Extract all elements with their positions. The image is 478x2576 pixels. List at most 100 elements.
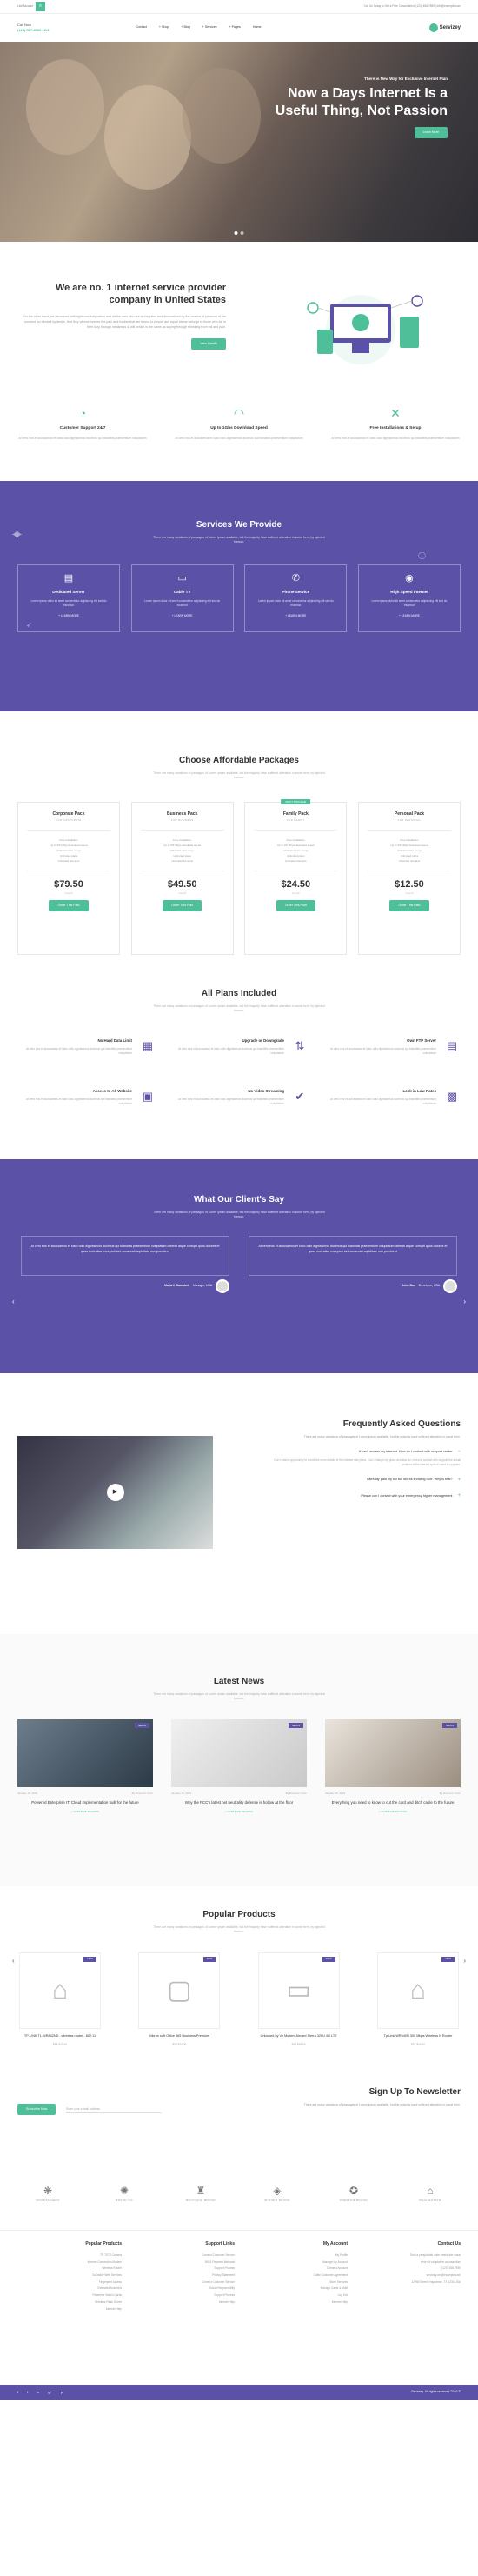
nav-item-blog[interactable]: + Blog xyxy=(181,25,189,30)
service-card[interactable]: ✆ Phone Service Lorem ipsum dolor sit am… xyxy=(244,564,348,632)
footer-link[interactable]: servizey-net@example.com xyxy=(356,2272,461,2279)
facebook-icon[interactable]: f xyxy=(17,2390,18,2395)
product-card[interactable]: ⌂ NEW Tp-Link WR940N 300 Mbps Wireless N R… xyxy=(376,1952,459,2046)
logo[interactable]: Servizey xyxy=(428,23,461,32)
footer-link[interactable]: Support Process xyxy=(130,2266,235,2272)
pinterest-icon[interactable]: p xyxy=(61,2390,63,2395)
order-plan-button[interactable]: Order This Plan xyxy=(163,900,202,912)
footer-link[interactable]: GoDaddy Web Services xyxy=(17,2272,122,2279)
footer-link[interactable]: 12 Hill Street, Haycombe, TX 1234 USA xyxy=(356,2279,461,2286)
news-image[interactable]: NEWS xyxy=(171,1718,307,1787)
footer-link[interactable]: Extended Solutions xyxy=(17,2286,122,2292)
footer-link[interactable]: Powerline Switch Cards xyxy=(17,2292,122,2299)
service-card[interactable]: ▭ Cable TV Lorem ipsum dolor sit amet co… xyxy=(130,564,234,632)
footer-link[interactable]: Connect Account xyxy=(243,2266,348,2272)
news-title[interactable]: Powered Enterprise IT: Cloud implementat… xyxy=(17,1800,153,1806)
faq-question[interactable]: Please can I contact with your emergency… xyxy=(269,1492,461,1499)
news-card[interactable]: NEWS January 15, 2019 By Emma D. Fiver Why … xyxy=(171,1718,307,1813)
footer-link[interactable]: TP-TS72 Camera xyxy=(17,2252,122,2259)
linkedin-icon[interactable]: in xyxy=(37,2390,39,2395)
prev-arrow-icon[interactable]: ‹ xyxy=(12,1297,15,1306)
footer-link[interactable]: (123) 456-7890 xyxy=(356,2266,461,2272)
service-card[interactable]: ▤ Dedicated Server Lorem ipsum dolor sit… xyxy=(17,564,120,632)
brand-logo[interactable]: ✺ BRAND CO xyxy=(97,2184,151,2202)
nav-item-pages[interactable]: + Pages xyxy=(229,25,241,30)
footer-link[interactable]: Store Services xyxy=(243,2279,348,2286)
footer-link[interactable]: Wireless Router xyxy=(17,2266,122,2272)
product-card[interactable]: ▢ NEW Micron soft Office 365 Business Prem… xyxy=(138,1952,221,2046)
play-icon[interactable]: ▶ xyxy=(106,1484,124,1501)
product-image[interactable]: ▭ NEW xyxy=(257,1952,340,2029)
news-image[interactable]: NEWS xyxy=(17,1718,153,1787)
continue-reading-link[interactable]: + CONTINUE READING xyxy=(171,1810,307,1813)
service-learn-more-link[interactable]: + LEARN MORE xyxy=(18,614,119,617)
service-learn-more-link[interactable]: + LEARN MORE xyxy=(132,614,233,617)
footer-link[interactable]: Social Responsibility xyxy=(130,2286,235,2292)
product-image[interactable]: ⌂ NEW xyxy=(19,1952,101,2029)
footer-link[interactable]: error sit voluptatem accusantium xyxy=(356,2259,461,2266)
slider-dot[interactable] xyxy=(234,231,238,235)
prev-arrow-icon[interactable]: ‹ xyxy=(12,1956,15,1965)
continue-reading-link[interactable]: + CONTINUE READING xyxy=(17,1810,153,1813)
live-account-label[interactable]: Live Account xyxy=(17,4,33,8)
product-image[interactable]: ⌂ NEW xyxy=(376,1952,459,2029)
footer-link[interactable]: My Profile xyxy=(243,2252,348,2259)
news-title[interactable]: Why the FCC's latest net neutrality defe… xyxy=(171,1800,307,1806)
product-card[interactable]: ▭ NEW Unlocked by Vo Modem Aircard Sierra … xyxy=(257,1952,340,2046)
continue-reading-link[interactable]: + CONTINUE READING xyxy=(325,1810,461,1813)
brand-logo[interactable]: ♜ BOUTIQUE BRAND xyxy=(174,2184,228,2202)
service-card[interactable]: ◉ High Speed Internet Lorem ipsum dolor … xyxy=(357,564,461,632)
twitter-icon[interactable]: t xyxy=(27,2390,28,2395)
nav-item-shop[interactable]: + Shop xyxy=(159,25,169,30)
faq-question[interactable]: If can't access my internet. How do I co… xyxy=(269,1448,461,1455)
footer-link[interactable]: Internet Help xyxy=(17,2306,122,2313)
news-image[interactable]: NEWS xyxy=(325,1718,461,1787)
service-learn-more-link[interactable]: + LEARN MORE xyxy=(245,614,346,617)
footer-link[interactable]: Internet Help xyxy=(243,2299,348,2306)
brand-logo[interactable]: ⌂ REAL ESTATE xyxy=(403,2184,457,2202)
footer-link[interactable]: Wireless Flash Drives xyxy=(17,2299,122,2306)
footer-link[interactable]: Connect Customer Service xyxy=(130,2252,235,2259)
product-card[interactable]: ⌂ NEW TP-LINK TL-WR842ND - wireless router… xyxy=(19,1952,101,2046)
next-arrow-icon[interactable]: › xyxy=(463,1956,466,1965)
brand-logo[interactable]: ✪ PREMIUM BRAND xyxy=(327,2184,381,2202)
news-title[interactable]: Everything you need to know to cut the c… xyxy=(325,1800,461,1806)
product-title[interactable]: TP-LINK TL-WR842ND - wireless router - 8… xyxy=(19,2034,101,2039)
nav-item-services[interactable]: + Services xyxy=(202,25,217,30)
footer-link[interactable]: Internet Connection Modem xyxy=(17,2259,122,2266)
faq-video-thumbnail[interactable]: ▶ xyxy=(17,1436,213,1549)
footer-link[interactable]: Support Process xyxy=(130,2292,235,2299)
footer-link[interactable]: Privacy Statement xyxy=(130,2272,235,2279)
nav-item-contact[interactable]: Contact xyxy=(136,25,146,30)
google-plus-icon[interactable]: g+ xyxy=(48,2390,52,2395)
footer-link[interactable]: Fingerprint Access xyxy=(17,2279,122,2286)
news-card[interactable]: NEWS January 15, 2019 By Emma D. Fiver Ever… xyxy=(325,1718,461,1813)
footer-link[interactable]: Internet Help xyxy=(130,2299,235,2306)
footer-link[interactable]: Manage Cable & Multi xyxy=(243,2286,348,2292)
newsletter-email-input[interactable]: Enter your e-mail address xyxy=(66,2106,163,2114)
subscribe-button[interactable]: Subscribe Now xyxy=(17,2104,56,2116)
footer-link[interactable]: Sed ut perspiciatis unde omnis iste natu… xyxy=(356,2252,461,2259)
order-plan-button[interactable]: Order This Plan xyxy=(389,900,429,912)
service-learn-more-link[interactable]: + LEARN MORE xyxy=(359,614,460,617)
nav-item-home[interactable]: Home xyxy=(253,25,262,30)
brand-logo[interactable]: ❋ MOUNTAINERS xyxy=(21,2184,75,2202)
news-card[interactable]: NEWS January 15, 2019 By Emma D. Fiver Powe… xyxy=(17,1718,153,1813)
hero-learn-more-button[interactable]: Learn More xyxy=(414,127,448,139)
footer-link[interactable]: Manage My Account xyxy=(243,2259,348,2266)
product-title[interactable]: Unlocked by Vo Modem Aircard Sierra 320U… xyxy=(258,2034,340,2039)
view-details-button[interactable]: View Details xyxy=(191,337,226,350)
next-arrow-icon[interactable]: › xyxy=(463,1297,466,1306)
product-image[interactable]: ▢ NEW xyxy=(138,1952,221,2029)
menu-icon[interactable]: ≡ xyxy=(36,2,46,11)
order-plan-button[interactable]: Order This Plan xyxy=(276,900,315,912)
call-now-number[interactable]: (123) 567-8900 12-2 xyxy=(17,28,49,33)
faq-question[interactable]: I already paid my bill but still its sho… xyxy=(269,1477,461,1484)
product-title[interactable]: Micron soft Office 365 Business Premium xyxy=(138,2034,220,2039)
footer-link[interactable]: Connect Customer Service xyxy=(130,2279,235,2286)
footer-link[interactable]: Bill & Payment Methods xyxy=(130,2259,235,2266)
brand-logo[interactable]: ◈ WINNER BRAND xyxy=(250,2184,304,2202)
slider-dot[interactable] xyxy=(240,231,244,235)
order-plan-button[interactable]: Order This Plan xyxy=(49,900,89,912)
product-title[interactable]: Tp-Link WR940N 300 Mbps Wireless N Route… xyxy=(377,2034,459,2039)
